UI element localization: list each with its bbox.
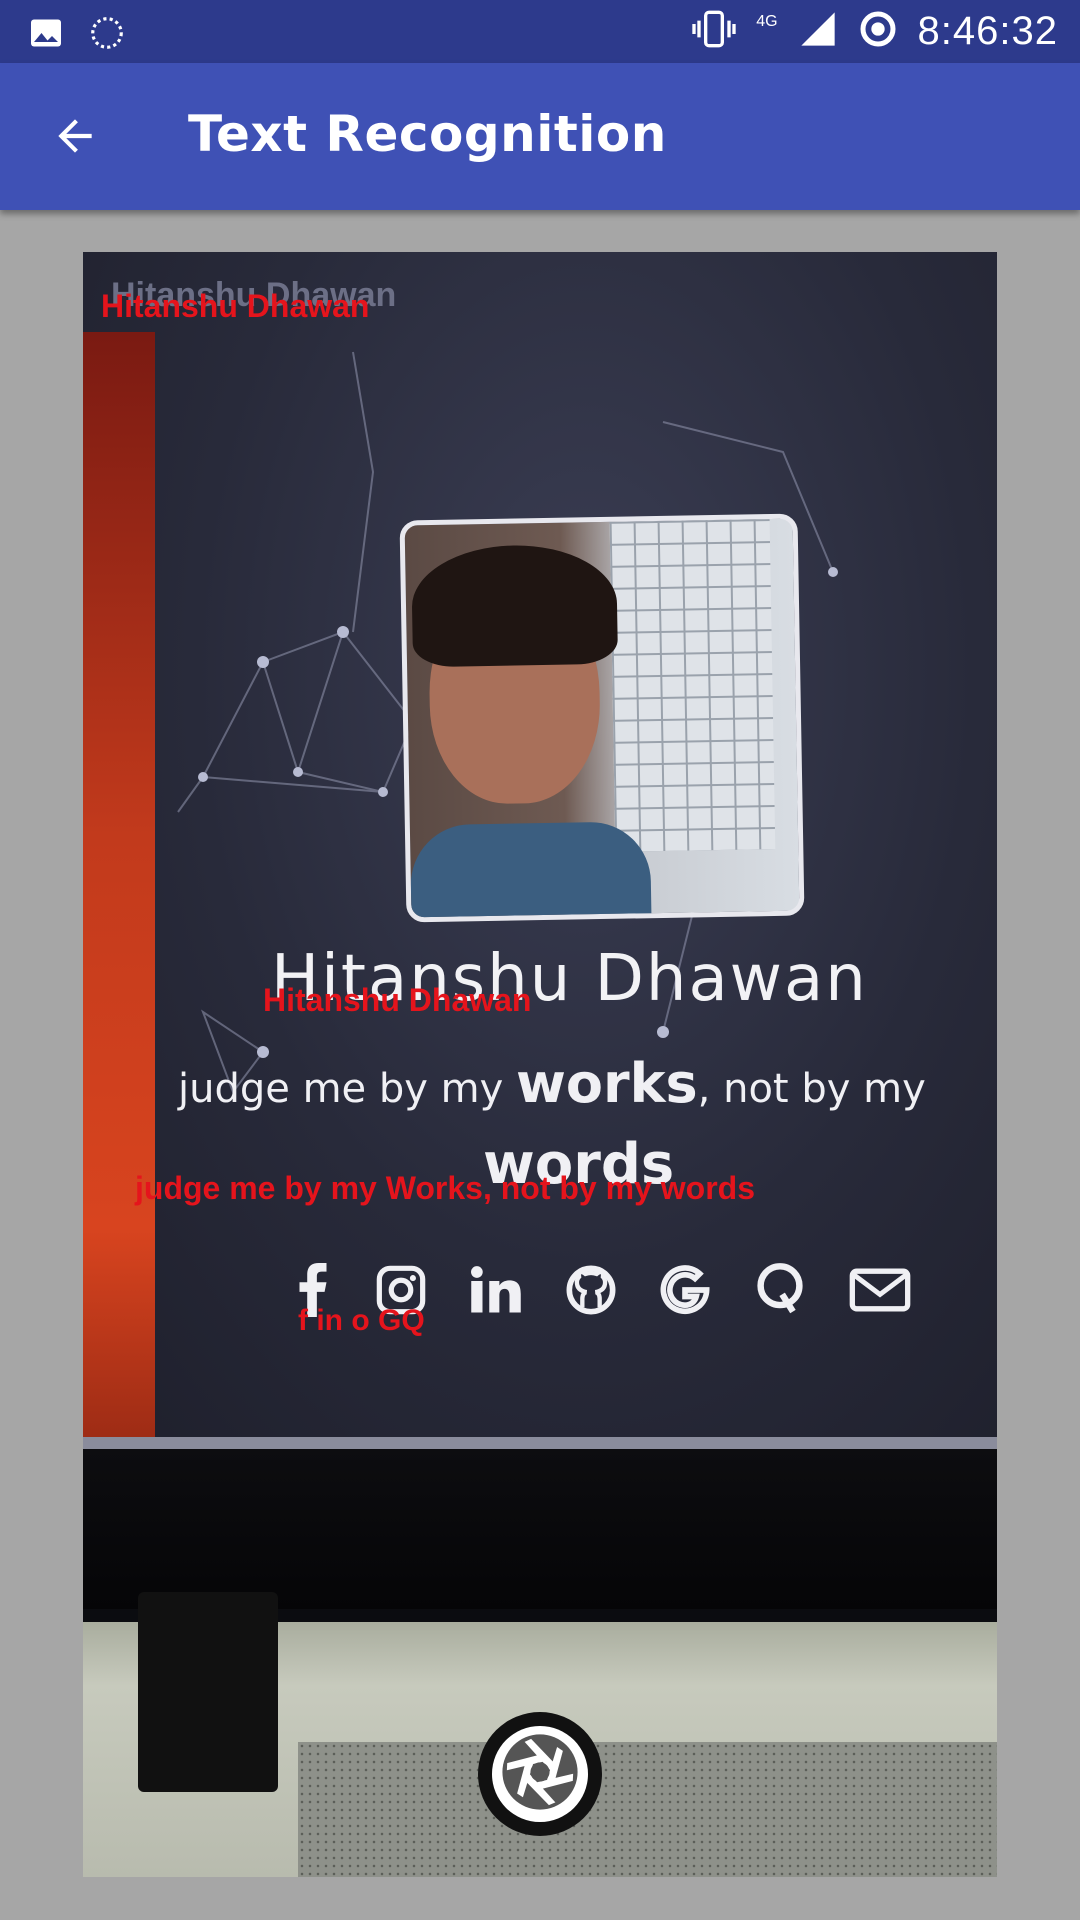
status-bar: 4G 8:46:32 [0, 0, 1080, 63]
tagline-bold: works [516, 1052, 698, 1115]
photo-hair [410, 543, 619, 668]
capture-button[interactable] [478, 1712, 602, 1836]
google-icon [659, 1264, 711, 1321]
shutter-inner [492, 1726, 588, 1822]
photo-building [609, 519, 776, 852]
network-label: 4G [756, 12, 778, 30]
camera-shutter-icon [499, 1731, 581, 1818]
ocr-result-tagline: judge me by my Works, not by my words [135, 1170, 755, 1206]
signal-icon [798, 9, 838, 54]
status-time: 8:46:32 [917, 9, 1058, 53]
photo-shirt [409, 821, 652, 923]
laptop-bezel [83, 1449, 997, 1609]
speaker-grill [298, 1742, 997, 1877]
page-title: Text Recognition [188, 105, 667, 163]
arrow-back-icon [50, 111, 100, 166]
app-bar: Text Recognition [0, 63, 1080, 210]
github-icon [565, 1264, 617, 1321]
camera-preview[interactable]: Hitanshu Dhawan Hitanshu Dhawan judge me… [83, 252, 997, 1877]
data-saver-icon [858, 9, 898, 54]
screen-tagline: judge me by my works, not by my [178, 1052, 926, 1115]
back-button[interactable] [40, 103, 110, 173]
tagline-suffix: , not by my [697, 1066, 926, 1112]
profile-photo [399, 513, 805, 923]
sync-icon [88, 14, 126, 57]
ocr-result-name: Hitanshu Dhawan [263, 982, 532, 1018]
screen-edge [83, 1437, 997, 1449]
mail-icon [849, 1267, 911, 1318]
tagline-prefix: judge me by my [178, 1066, 516, 1112]
linkedin-icon [469, 1265, 523, 1320]
quora-icon [753, 1262, 807, 1323]
ocr-result-social: f in o GQ [298, 1304, 425, 1337]
laptop-hinge [138, 1592, 278, 1792]
vibrate-icon [692, 9, 736, 54]
image-icon [28, 15, 64, 56]
ocr-result-header: Hitanshu Dhawan [101, 288, 370, 324]
